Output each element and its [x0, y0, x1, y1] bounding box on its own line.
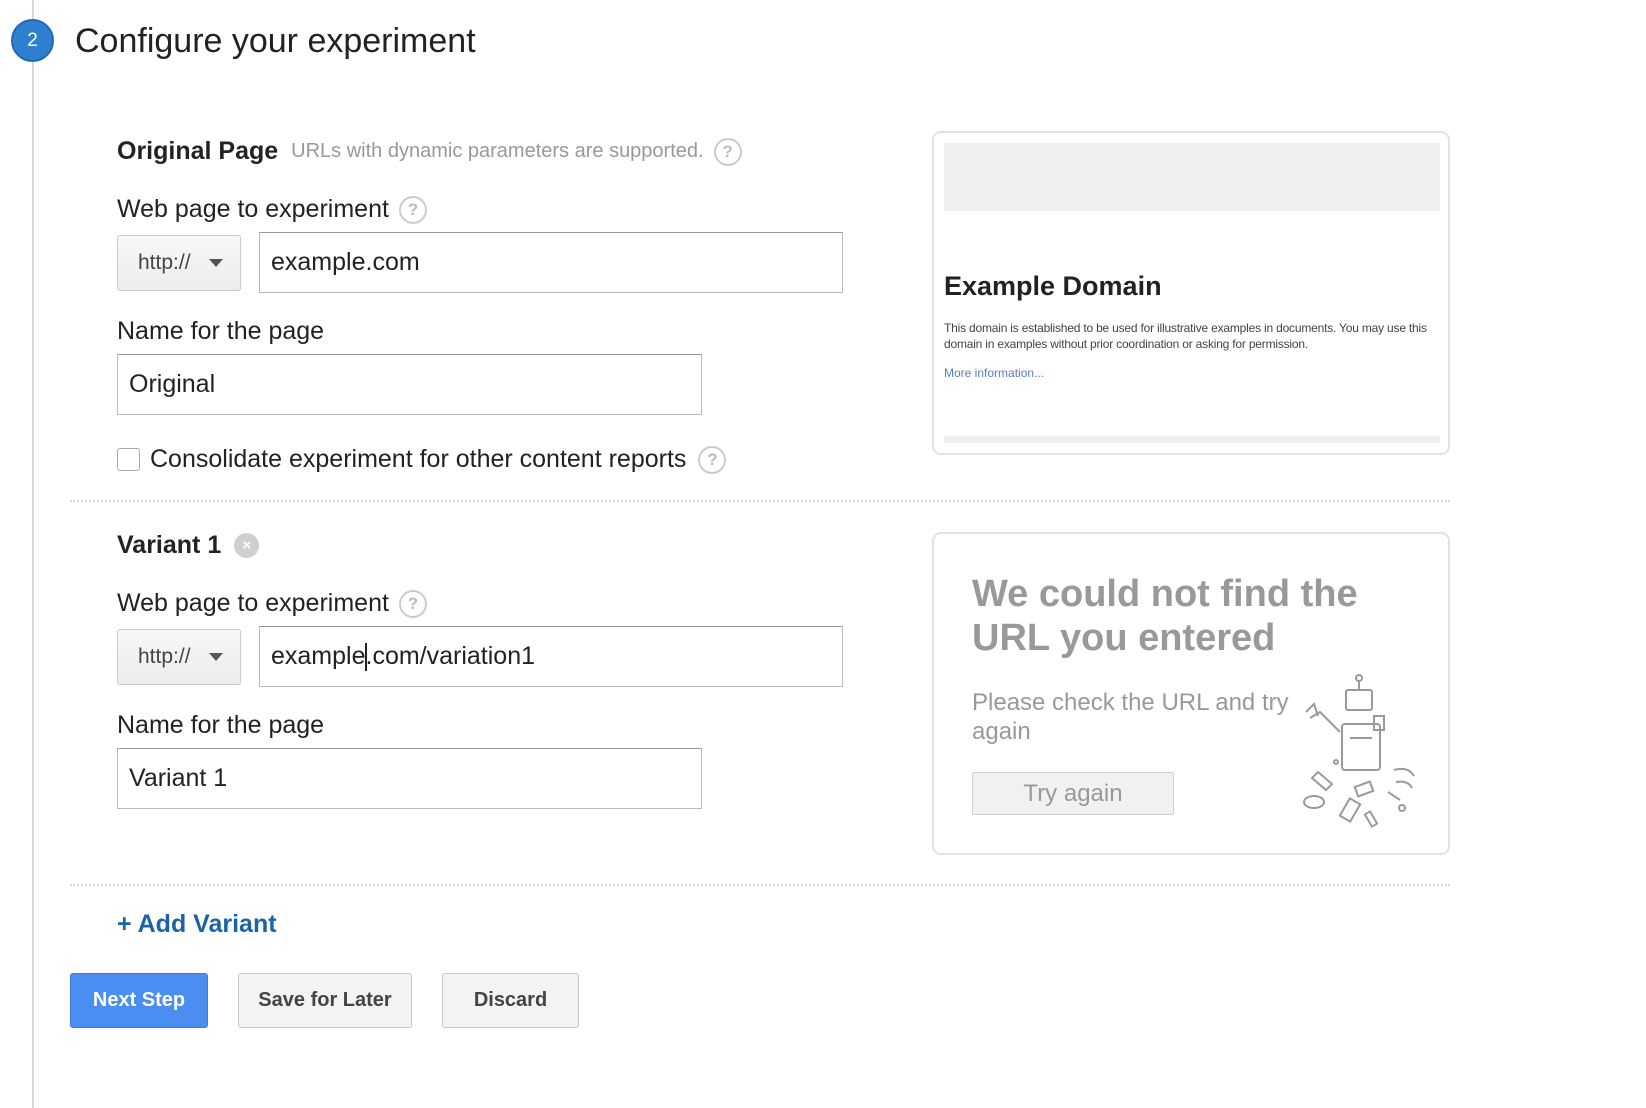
try-again-button[interactable]: Try again: [972, 772, 1174, 815]
variant-name-label: Name for the page: [117, 711, 325, 739]
variant-url-input[interactable]: example .com/variation1: [259, 626, 843, 687]
original-page-preview: Example Domain This domain is establishe…: [932, 131, 1450, 455]
preview-header-bar: [944, 143, 1440, 211]
help-icon[interactable]: ?: [398, 589, 427, 618]
error-title: We could not find the URL you entered: [972, 573, 1358, 659]
variant-url-value-start: example: [271, 642, 366, 670]
variant-url-label-row: Web page to experiment ?: [117, 589, 427, 618]
original-name-value: Original: [129, 370, 216, 398]
consolidate-label[interactable]: Consolidate experiment for other content…: [150, 445, 686, 474]
variant-name-value: Variant 1: [129, 764, 228, 792]
remove-variant-icon[interactable]: ×: [234, 533, 260, 558]
section-divider: [70, 884, 1450, 886]
protocol-value: http://: [138, 645, 191, 668]
help-icon[interactable]: ?: [698, 445, 727, 474]
step-timeline-line: [32, 0, 34, 1108]
consolidate-checkbox[interactable]: [117, 448, 140, 471]
variant-section-title: Variant 1: [117, 531, 222, 559]
help-icon[interactable]: ?: [398, 195, 427, 224]
add-variant-link[interactable]: + Add Variant: [117, 910, 277, 939]
preview-description: This domain is established to be used fo…: [944, 321, 1427, 351]
chevron-down-icon: [208, 259, 223, 267]
section-divider: [70, 500, 1450, 502]
preview-heading: Example Domain: [944, 271, 1162, 301]
variant-name-input[interactable]: Variant 1: [117, 748, 702, 809]
help-icon[interactable]: ?: [713, 137, 742, 166]
page-title: Configure your experiment: [75, 22, 476, 60]
error-subtitle: Please check the URL and try again: [972, 689, 1289, 745]
preview-footer-bar: [944, 436, 1440, 443]
consolidate-row: Consolidate experiment for other content…: [117, 445, 727, 474]
original-name-input[interactable]: Original: [117, 354, 702, 415]
variant-url-value-end: .com/variation1: [365, 642, 536, 670]
original-section-title: Original Page: [117, 137, 279, 165]
discard-button[interactable]: Discard: [442, 973, 579, 1028]
broken-robot-icon: [1303, 674, 1415, 828]
protocol-value: http://: [138, 251, 191, 274]
chevron-down-icon: [208, 653, 223, 661]
variant-header: Variant 1 ×: [117, 531, 260, 560]
preview-more-info-link: More information...: [944, 366, 1045, 380]
original-protocol-select[interactable]: http://: [117, 235, 241, 291]
dynamic-params-hint: URLs with dynamic parameters are support…: [291, 140, 704, 162]
variant-url-label: Web page to experiment: [117, 589, 389, 617]
save-for-later-button[interactable]: Save for Later: [238, 973, 412, 1028]
step-number-badge: 2: [11, 19, 54, 62]
original-header: Original Page URLs with dynamic paramete…: [117, 137, 742, 166]
original-url-input[interactable]: example.com: [259, 232, 843, 293]
variant-protocol-select[interactable]: http://: [117, 629, 241, 685]
original-url-value: example.com: [271, 248, 420, 276]
original-url-label: Web page to experiment: [117, 195, 389, 223]
original-url-label-row: Web page to experiment ?: [117, 195, 427, 224]
variant-error-panel: We could not find the URL you entered Pl…: [932, 532, 1450, 855]
next-step-button[interactable]: Next Step: [70, 973, 208, 1028]
original-name-label: Name for the page: [117, 317, 325, 345]
